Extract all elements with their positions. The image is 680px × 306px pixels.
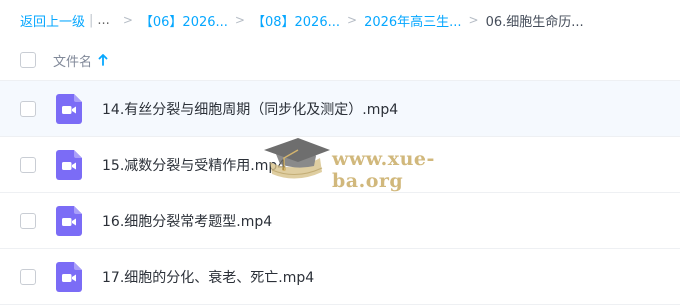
file-name[interactable]: 17.细胞的分化、衰老、死亡.mp4 [102,267,314,287]
file-row[interactable]: 17.细胞的分化、衰老、死亡.mp4 [0,249,680,305]
video-file-icon [56,206,82,236]
sort-by-name-button[interactable]: 文件名 [53,51,108,70]
breadcrumb-item-1[interactable]: 【06】2026... [140,11,228,30]
video-file-icon [56,150,82,180]
select-all-checkbox[interactable] [20,52,36,68]
chevron-right-icon: > [468,13,479,27]
row-checkbox[interactable] [20,157,36,173]
breadcrumb-item-3[interactable]: 2026年高三生... [364,11,461,30]
breadcrumb-ellipsis[interactable]: ... [97,13,109,28]
file-row[interactable]: 14.有丝分裂与细胞周期（同步化及测定）.mp4 [0,81,680,137]
video-file-icon [56,262,82,292]
chevron-right-icon: > [347,13,358,27]
file-name[interactable]: 15.减数分裂与受精作用.mp4 [102,155,286,175]
watermark-text: www.xue-ba.org [332,148,435,192]
breadcrumb-item-2[interactable]: 【08】2026... [252,11,340,30]
row-checkbox[interactable] [20,101,36,117]
video-file-icon [56,94,82,124]
watermark: www.xue-ba.org [262,132,502,192]
arrow-up-icon [98,54,108,66]
file-name[interactable]: 16.细胞分裂常考题型.mp4 [102,211,272,231]
column-header-name: 文件名 [53,54,93,70]
list-header: 文件名 [0,40,680,81]
row-checkbox[interactable] [20,213,36,229]
breadcrumb-divider: | [89,12,94,28]
breadcrumb: 返回上一级 | ... > 【06】2026... > 【08】2026... … [20,8,584,32]
file-browser: 返回上一级 | ... > 【06】2026... > 【08】2026... … [0,0,680,306]
row-checkbox[interactable] [20,269,36,285]
graduation-cap-icon [264,138,330,179]
chevron-right-icon: > [234,13,245,27]
back-link[interactable]: 返回上一级 [20,11,85,30]
chevron-right-icon: > [122,13,133,27]
file-row[interactable]: 16.细胞分裂常考题型.mp4 [0,193,680,249]
breadcrumb-current: 06.细胞生命历... [485,14,584,30]
file-name[interactable]: 14.有丝分裂与细胞周期（同步化及测定）.mp4 [102,99,398,119]
